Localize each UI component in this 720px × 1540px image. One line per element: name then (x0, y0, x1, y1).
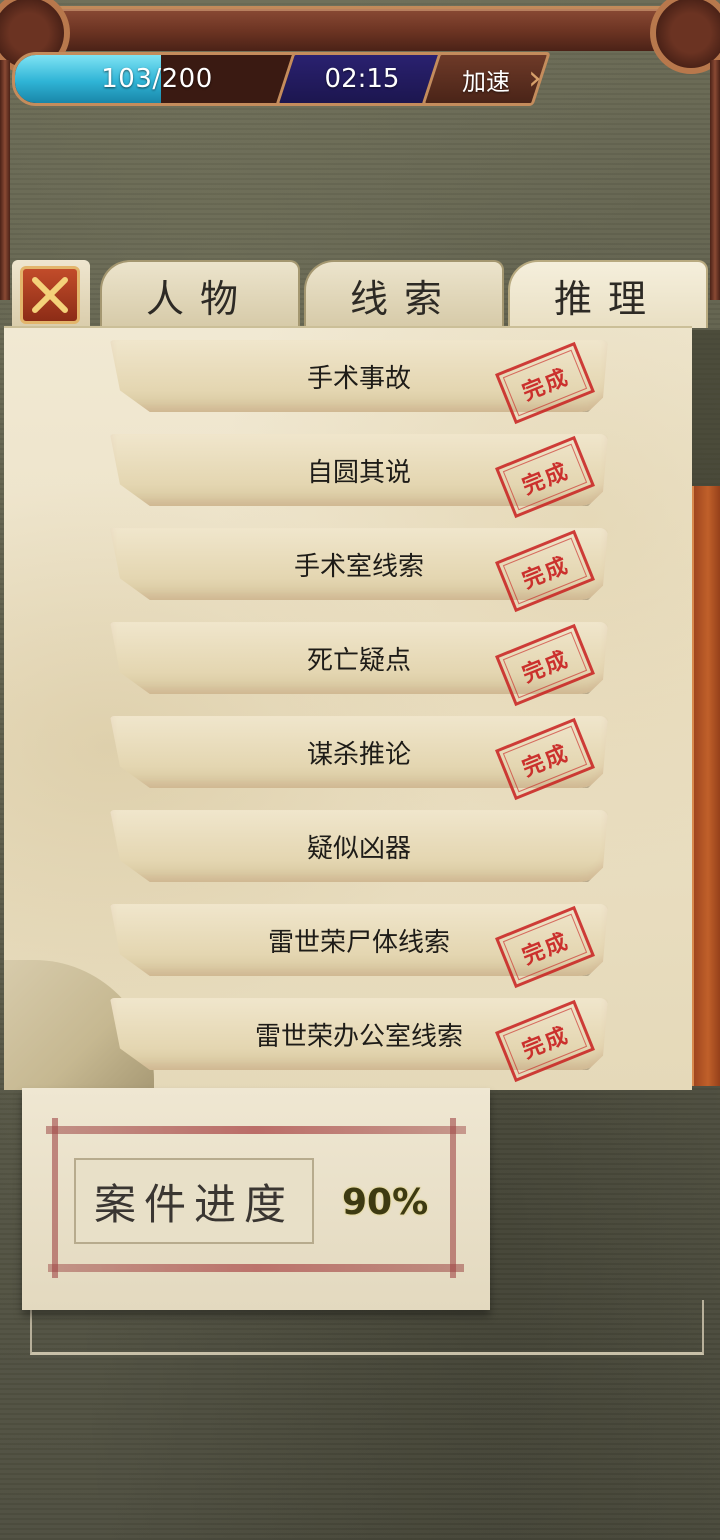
card-border-line (52, 1118, 58, 1278)
deduction-item[interactable]: 手术室线索 完成 (110, 528, 608, 613)
deduction-item[interactable]: 疑似凶器 (110, 810, 608, 882)
tab-reasoning[interactable]: 推理 (508, 260, 708, 328)
deduction-item[interactable]: 自圆其说 完成 (110, 434, 608, 519)
energy-readout: 103/200 (15, 55, 299, 103)
energy-current: 103 (101, 64, 153, 94)
deduction-item-label: 疑似凶器 (306, 833, 411, 864)
frame-side-right (710, 60, 720, 300)
close-icon[interactable] (20, 266, 80, 324)
energy-max: /200 (152, 64, 213, 94)
deduction-item[interactable]: 谋杀推论 完成 (110, 716, 608, 801)
card-border-line (46, 1126, 466, 1134)
scrollbar[interactable] (692, 486, 720, 1086)
chevron-right-icon: › (528, 58, 542, 98)
card-border-line (48, 1264, 464, 1272)
deduction-item[interactable]: 雷世荣办公室线索 完成 (110, 998, 608, 1083)
card-border-line (450, 1118, 456, 1278)
case-progress-value: 90% (342, 1181, 429, 1223)
tab-characters[interactable]: 人物 (100, 260, 300, 328)
case-progress-label: 案件进度 (74, 1158, 314, 1244)
energy-bar: 103/200 (12, 52, 302, 106)
frame-bar (20, 6, 706, 51)
deduction-item[interactable]: 手术事故 完成 (110, 340, 608, 425)
scroll-track (692, 330, 720, 486)
close-button[interactable] (12, 260, 90, 330)
deduction-item[interactable]: 雷世荣尸体线索 完成 (110, 904, 608, 989)
frame-side-left (0, 60, 10, 300)
case-progress-card: 案件进度 90% (22, 1088, 490, 1310)
deduction-item[interactable]: 死亡疑点 完成 (110, 622, 608, 707)
timer-readout: 02:15 (324, 64, 400, 94)
tab-clues[interactable]: 线索 (304, 260, 504, 328)
speed-up-button[interactable]: 加速 (440, 52, 532, 106)
